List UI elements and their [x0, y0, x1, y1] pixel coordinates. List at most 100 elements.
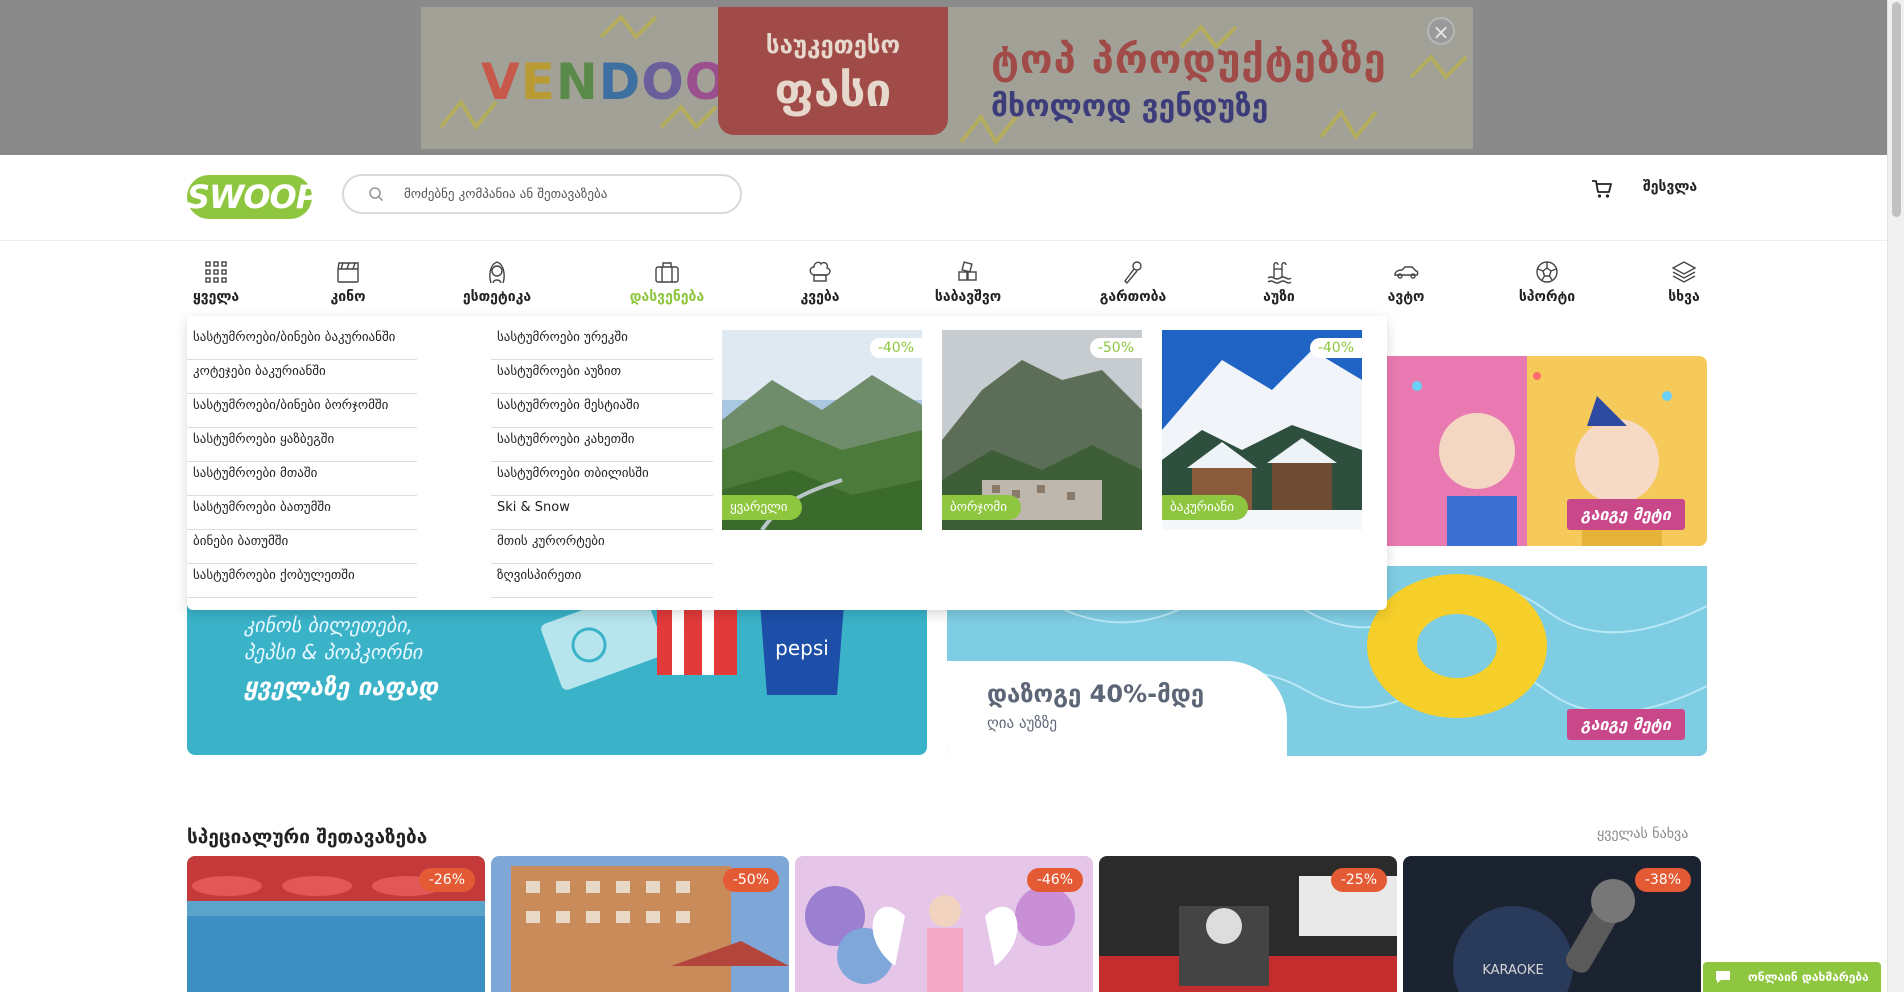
nav-item-auto[interactable]: ავტო — [1346, 259, 1466, 305]
nav-label: სპორტი — [1518, 289, 1576, 305]
mega-column-2: სასტუმროები ურეკში სასტუმროები აუზით სას… — [491, 326, 713, 598]
mega-link[interactable]: მთის კურორტები — [491, 530, 713, 564]
tile-discount: -50% — [1089, 338, 1142, 358]
search-icon — [369, 187, 384, 202]
nav-item-entertainment[interactable]: გართობა — [1073, 259, 1193, 305]
party-learn-more-button[interactable]: გაიგე მეტი — [1566, 499, 1685, 530]
search-input[interactable] — [404, 182, 724, 206]
mega-link[interactable]: კოტეჯები ბაკურიანში — [187, 360, 417, 394]
online-help-label: ონლაინ დახმარება — [1748, 970, 1869, 984]
mega-link[interactable]: სასტუმროები კახეთში — [491, 428, 713, 462]
vendoo-ad-banner[interactable]: VENDOO საუკეთესო ფასი ტოპ პროდუქტებზე მხ… — [421, 7, 1473, 149]
ad-close-button[interactable]: × — [1427, 17, 1455, 45]
nav-item-food[interactable]: კვება — [760, 259, 880, 305]
suitcase-icon — [655, 262, 679, 283]
mega-link[interactable]: სასტუმროები ურეკში — [491, 326, 713, 360]
mega-link[interactable]: Ski & Snow — [491, 496, 713, 530]
pepsi-text: pepsi — [775, 636, 829, 660]
online-help-button[interactable]: ონლაინ დახმარება — [1703, 962, 1881, 992]
karaoke-text: KARAOKE — [1482, 963, 1543, 978]
mega-link[interactable]: სასტუმროები მთაში — [187, 462, 417, 496]
offer-card[interactable]: KARAOKE -38% — [1403, 856, 1701, 992]
offer-discount-badge: -46% — [1026, 868, 1083, 892]
microphone-icon — [1124, 261, 1142, 285]
offer-card[interactable]: -46% — [795, 856, 1093, 992]
page-scrollbar[interactable] — [1887, 0, 1904, 992]
mega-link[interactable]: ბინები ბათუმში — [187, 530, 417, 564]
blocks-icon — [958, 261, 977, 281]
nav-label: კვება — [800, 289, 840, 305]
mega-link[interactable]: სასტუმროები მესტიაში — [491, 394, 713, 428]
nav-label: გართობა — [1099, 289, 1167, 305]
pool-title: დაზოგე 40%-მდე — [987, 680, 1205, 708]
nav-label: დასვენება — [629, 289, 705, 305]
offer-card[interactable]: -50% — [491, 856, 789, 992]
destination-tile[interactable]: -50% ბორჯომი — [942, 330, 1142, 530]
offer-card[interactable]: -26% — [187, 856, 485, 992]
tile-discount: -40% — [1309, 338, 1362, 358]
mega-link[interactable]: სასტუმროები თბილისში — [491, 462, 713, 496]
offer-discount-badge: -26% — [418, 868, 475, 892]
cinema-line3: ყველაზე იაფად — [244, 673, 439, 701]
best-price-line1: საუკეთესო — [765, 31, 901, 59]
nav-item-sport[interactable]: სპორტი — [1487, 259, 1607, 305]
best-price-line2: ფასი — [774, 63, 892, 117]
ball-icon — [1536, 261, 1558, 283]
grid-icon — [205, 261, 227, 283]
destination-tile[interactable]: -40% ყვარელი — [722, 330, 922, 530]
nav-label: სხვა — [1668, 289, 1700, 305]
vacation-mega-menu: სასტუმროები/ბინები ბაკურიანში კოტეჯები ბ… — [187, 316, 1387, 610]
top-ad-backdrop: VENDOO საუკეთესო ფასი ტოპ პროდუქტებზე მხ… — [0, 0, 1887, 155]
mega-link[interactable]: სასტუმროები ქობულეთში — [187, 564, 417, 598]
nav-label: კინო — [330, 289, 366, 305]
offer-discount-badge: -38% — [1634, 868, 1691, 892]
nav-item-aesthetics[interactable]: ესთეტიკა — [437, 259, 557, 305]
swoop-logo[interactable]: SWOOP — [187, 175, 319, 219]
chef-hat-icon — [809, 261, 831, 282]
nav-item-all[interactable]: ყველა — [156, 259, 276, 305]
nav-label: ავტო — [1387, 289, 1425, 305]
mega-link[interactable]: სასტუმროები ბათუმში — [187, 496, 417, 530]
destination-tile[interactable]: -40% ბაკურიანი — [1162, 330, 1362, 530]
cinema-line1: კინოს ბილეთები, — [244, 613, 413, 637]
category-nav: ყველა კინო ესთეტიკა დასვენება კვება საბა… — [0, 240, 1887, 319]
mega-column-1: სასტუმროები/ბინები ბაკურიანში კოტეჯები ბ… — [187, 326, 417, 598]
clapperboard-icon — [337, 262, 359, 283]
nav-item-vacation[interactable]: დასვენება — [607, 259, 727, 319]
face-icon — [489, 261, 505, 284]
mega-link[interactable]: სასტუმროები/ბინები ბაკურიანში — [187, 326, 417, 360]
tile-discount: -40% — [869, 338, 922, 358]
nav-label: საბავშვო — [934, 289, 1002, 305]
offer-card[interactable]: -25% — [1099, 856, 1397, 992]
nav-label: აუზი — [1263, 289, 1295, 305]
search-bar[interactable] — [342, 174, 742, 214]
nav-item-kids[interactable]: საბავშვო — [908, 259, 1028, 305]
site-header: SWOOP შესვლა — [0, 155, 1887, 240]
offer-discount-badge: -25% — [1330, 868, 1387, 892]
tile-label: ყვარელი — [722, 495, 802, 520]
pool-subtitle: ღია აუზზე — [987, 714, 1058, 732]
layers-icon — [1671, 261, 1697, 283]
ad-subheadline: მხოლოდ ვენდუზე — [991, 89, 1269, 124]
mega-link[interactable]: სასტუმროები/ბინები ბორჯომში — [187, 394, 417, 428]
mega-link[interactable]: ზღვისპირეთი — [491, 564, 713, 598]
tile-label: ბაკურიანი — [1162, 495, 1248, 520]
nav-item-cinema[interactable]: კინო — [288, 259, 408, 305]
cart-icon[interactable] — [1591, 179, 1613, 199]
offer-discount-badge: -50% — [722, 868, 779, 892]
ad-headline: ტოპ პროდუქტებზე — [991, 37, 1387, 83]
login-link[interactable]: შესვლა — [1643, 179, 1697, 195]
nav-label: ესთეტიკა — [462, 289, 532, 305]
nav-item-other[interactable]: სხვა — [1624, 259, 1744, 305]
party-promo-banner[interactable]: გაიგე მეტი — [1387, 356, 1707, 546]
cinema-line2: პეპსი & პოპკორნი — [244, 640, 423, 664]
best-price-box: საუკეთესო ფასი — [718, 7, 948, 135]
mega-link[interactable]: სასტუმროები აუზით — [491, 360, 713, 394]
pool-learn-more-button[interactable]: გაიგე მეტი — [1566, 709, 1685, 740]
nav-label: ყველა — [192, 289, 240, 305]
nav-item-pool[interactable]: აუზი — [1219, 259, 1339, 305]
see-all-link[interactable]: ყველას ნახვა — [1597, 826, 1688, 842]
scrollbar-thumb[interactable] — [1892, 2, 1901, 217]
pool-icon — [1267, 262, 1292, 284]
mega-link[interactable]: სასტუმროები ყაზბეგში — [187, 428, 417, 462]
